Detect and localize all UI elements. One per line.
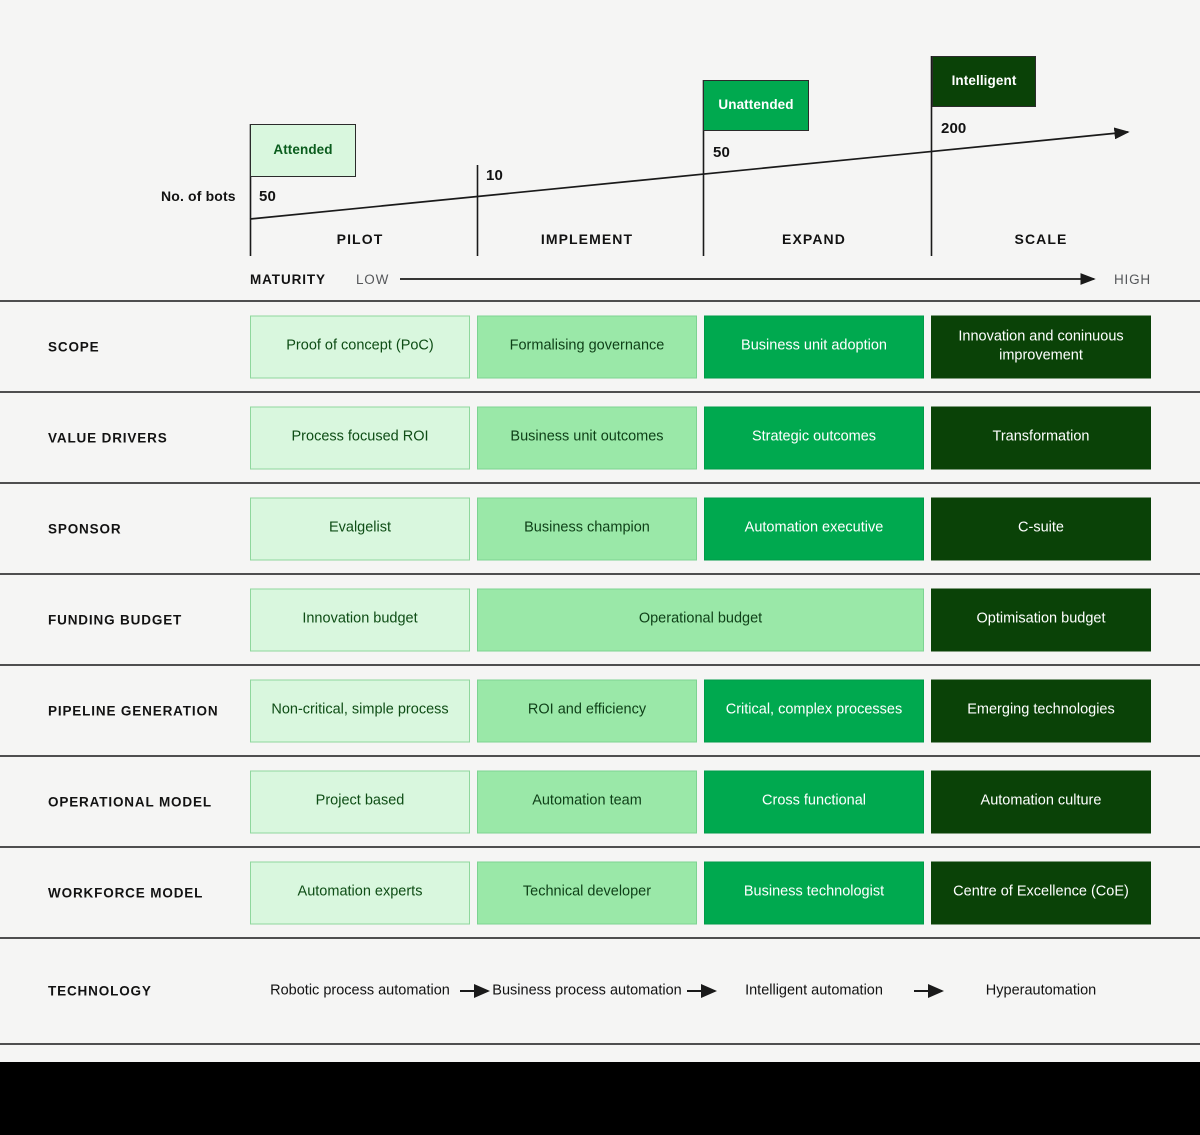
cell-operational-model-implement: Automation team [477, 770, 697, 833]
cell-sponsor-implement: Business champion [477, 497, 697, 560]
cell-sponsor-pilot: Evalgelist [250, 497, 470, 560]
cell-funding-budget-pilot: Innovation budget [250, 588, 470, 651]
table-row-technology: TECHNOLOGY Robotic process automation Bu… [0, 937, 1200, 1045]
row-label-pipeline-generation: PIPELINE GENERATION [48, 703, 219, 718]
cell-operational-model-scale: Automation culture [931, 770, 1151, 833]
row-label-sponsor: SPONSOR [48, 521, 122, 536]
flag-intelligent-label: Intelligent [951, 73, 1017, 89]
table-row: WORKFORCE MODEL Automation experts Techn… [0, 846, 1200, 937]
cell-scope-expand: Business unit adoption [704, 315, 924, 378]
flag-unattended: Unattended [703, 80, 809, 131]
stage-label-scale: SCALE [1014, 231, 1068, 247]
cell-funding-budget-merged: Operational budget [477, 588, 924, 651]
row-label-technology: TECHNOLOGY [48, 983, 152, 999]
table-row: FUNDING BUDGET Innovation budget Operati… [0, 573, 1200, 664]
flag-unattended-label: Unattended [718, 97, 794, 113]
cell-workforce-model-scale: Centre of Excellence (CoE) [931, 861, 1151, 924]
table-row: SPONSOR Evalgelist Business champion Aut… [0, 482, 1200, 573]
cell-value-drivers-implement: Business unit outcomes [477, 406, 697, 469]
row-label-scope: SCOPE [48, 339, 100, 354]
cell-value-drivers-scale: Transformation [931, 406, 1151, 469]
table-row: SCOPE Proof of concept (PoC) Formalising… [0, 300, 1200, 391]
technology-expand: Intelligent automation [745, 982, 883, 999]
maturity-matrix: SCOPE Proof of concept (PoC) Formalising… [0, 300, 1200, 1045]
flag-attended-label: Attended [273, 142, 333, 158]
cell-scope-pilot: Proof of concept (PoC) [250, 315, 470, 378]
bot-count-pilot: 50 [259, 188, 276, 205]
bots-axis-label: No. of bots [161, 188, 236, 204]
row-label-workforce-model: WORKFORCE MODEL [48, 885, 204, 900]
chart-axes-svg [249, 56, 1130, 285]
stage-label-implement: IMPLEMENT [540, 231, 634, 247]
stage-label-expand: EXPAND [782, 231, 846, 247]
cell-pipeline-generation-pilot: Non-critical, simple process [250, 679, 470, 742]
cell-workforce-model-implement: Technical developer [477, 861, 697, 924]
row-label-operational-model: OPERATIONAL MODEL [48, 794, 212, 809]
flag-attended: Attended [250, 124, 356, 177]
maturity-axis-title: MATURITY [250, 272, 326, 287]
cell-value-drivers-pilot: Process focused ROI [250, 406, 470, 469]
cell-operational-model-expand: Cross functional [704, 770, 924, 833]
cell-workforce-model-pilot: Automation experts [250, 861, 470, 924]
cell-value-drivers-expand: Strategic outcomes [704, 406, 924, 469]
cell-scope-scale: Innovation and coninuous improvement [931, 315, 1151, 378]
table-row: OPERATIONAL MODEL Project based Automati… [0, 755, 1200, 846]
cell-funding-budget-scale: Optimisation budget [931, 588, 1151, 651]
row-label-funding-budget: FUNDING BUDGET [48, 612, 183, 627]
maturity-high-label: HIGH [1114, 272, 1151, 287]
growth-trend-line [249, 127, 1130, 220]
maturity-low-label: LOW [356, 272, 390, 287]
stage-label-pilot: PILOT [336, 231, 384, 247]
technology-scale: Hyperautomation [985, 982, 1097, 999]
cell-pipeline-generation-scale: Emerging technologies [931, 679, 1151, 742]
cell-sponsor-expand: Automation executive [704, 497, 924, 560]
technology-implement: Business process automation [492, 982, 682, 999]
cell-sponsor-scale: C-suite [931, 497, 1151, 560]
diagram-canvas: No. of bots Attended Unattended Intellig… [0, 0, 1200, 1135]
cell-workforce-model-expand: Business technologist [704, 861, 924, 924]
cell-scope-implement: Formalising governance [477, 315, 697, 378]
maturity-chart: No. of bots Attended Unattended Intellig… [0, 0, 1200, 300]
cell-pipeline-generation-expand: Critical, complex processes [704, 679, 924, 742]
row-label-value-drivers: VALUE DRIVERS [48, 430, 168, 445]
table-row: PIPELINE GENERATION Non-critical, simple… [0, 664, 1200, 755]
bot-count-implement: 10 [486, 167, 503, 184]
bot-count-scale: 200 [941, 120, 967, 137]
cell-operational-model-pilot: Project based [250, 770, 470, 833]
flag-intelligent: Intelligent [932, 56, 1036, 107]
content-panel: No. of bots Attended Unattended Intellig… [0, 0, 1200, 1062]
technology-pilot: Robotic process automation [270, 982, 450, 999]
bot-count-expand: 50 [713, 144, 730, 161]
table-row: VALUE DRIVERS Process focused ROI Busine… [0, 391, 1200, 482]
cell-pipeline-generation-implement: ROI and efficiency [477, 679, 697, 742]
